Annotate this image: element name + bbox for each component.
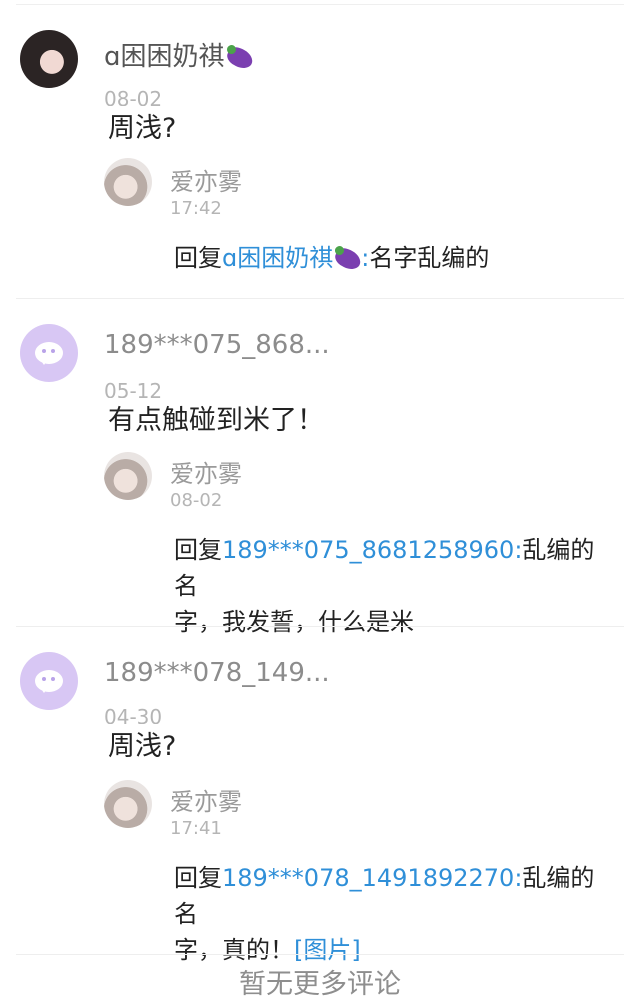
chat-bubble-icon [35,670,63,693]
divider [16,954,624,955]
reply-time: 17:41 [170,818,222,839]
reply-mention-link[interactable]: 189***075_8681258960: [222,536,522,564]
comment-item: ɑ困困奶祺 08-02 周浅? 爱亦雾 17:42 回复ɑ困困奶祺:名字乱编的 [0,0,640,298]
reply-text[interactable]: 回复189***078_1491892270:乱编的名 字，真的！[图片] [174,860,614,968]
reply-username[interactable]: 爱亦雾 [170,162,242,197]
comment-date: 05-12 [104,379,163,398]
commenter-avatar[interactable] [20,30,78,88]
comment-item: 189***078_149... 04-30 周浅? 爱亦雾 17:41 回复1… [0,626,640,964]
comment-date: 08-02 [104,87,163,106]
commenter-name[interactable]: 189***078_149... [104,658,330,688]
reply-avatar[interactable] [104,780,152,828]
commenter-avatar[interactable] [20,324,78,382]
commenter-name[interactable]: ɑ困困奶祺 [104,36,256,73]
comment-content[interactable]: 周浅? [108,106,176,145]
comment-item: 189***075_868... 05-12 有点触碰到米了！ 爱亦雾 08-0… [0,298,640,636]
reply-time: 17:42 [170,198,222,219]
commenter-name[interactable]: 189***075_868... [104,330,330,360]
reply-username[interactable]: 爱亦雾 [170,782,242,817]
reply-mention-link[interactable]: 189***078_1491892270: [222,864,522,892]
image-link[interactable]: [图片] [294,936,361,964]
reply-text[interactable]: 回复189***075_8681258960:乱编的名 字，我发誓，什么是米 [174,532,614,640]
eggplant-icon [332,244,364,274]
no-more-comments-text: 暂无更多评论 [239,969,401,1000]
reply-time: 08-02 [170,490,223,511]
reply-avatar[interactable] [104,452,152,500]
commenter-avatar[interactable] [20,652,78,710]
eggplant-icon [223,43,256,72]
comment-date: 04-30 [104,705,163,724]
reply-text[interactable]: 回复ɑ困困奶祺:名字乱编的 [174,240,614,276]
comment-content[interactable]: 周浅? [108,724,176,763]
reply-username[interactable]: 爱亦雾 [170,454,242,489]
comment-content[interactable]: 有点触碰到米了！ [108,398,324,437]
chat-bubble-icon [35,342,63,365]
reply-mention-link[interactable]: ɑ困困奶祺: [222,244,369,274]
reply-avatar[interactable] [104,158,152,206]
